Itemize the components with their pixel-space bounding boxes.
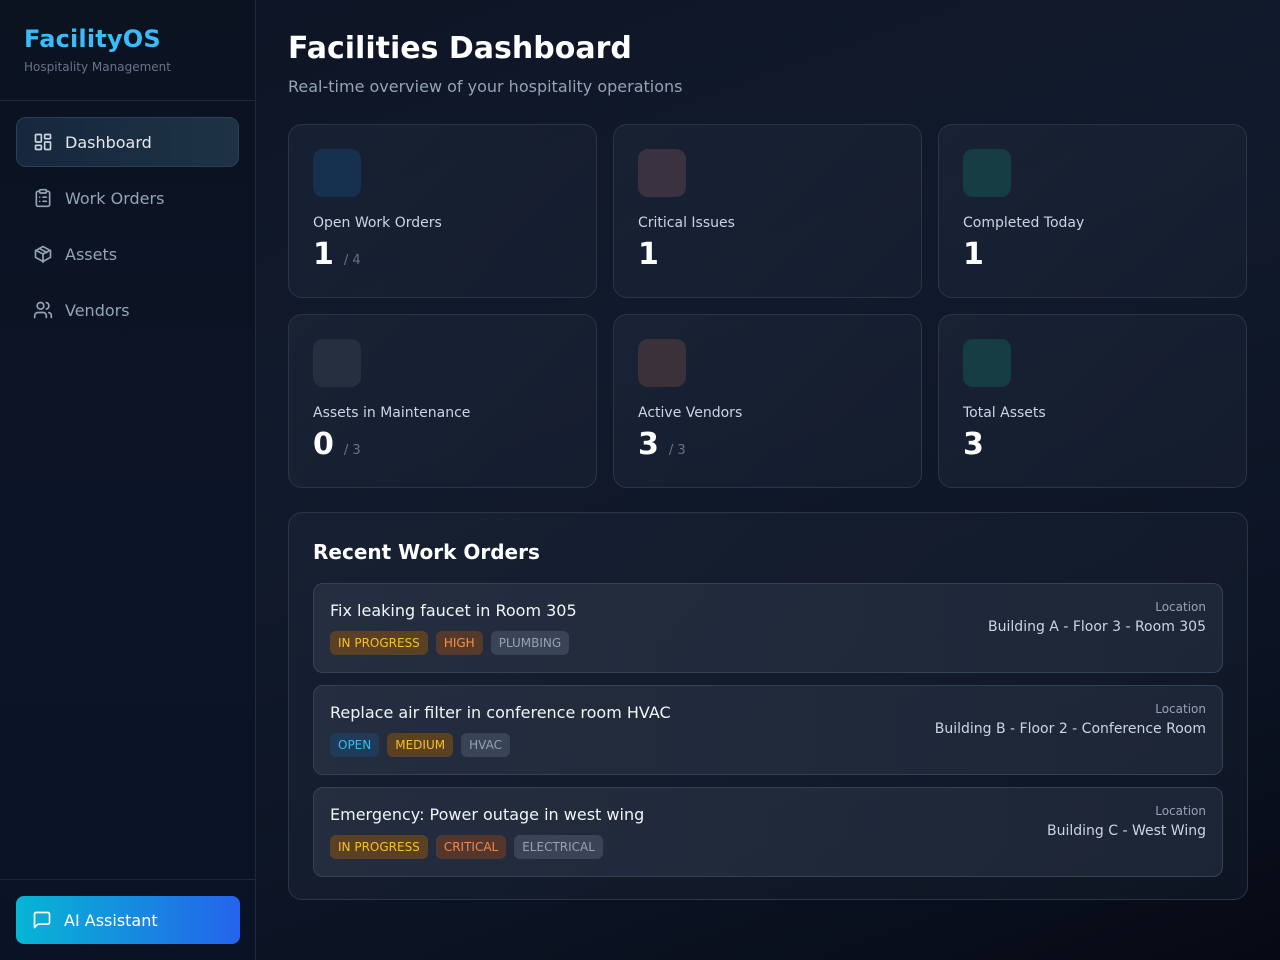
sidebar-item-vendors[interactable]: Vendors — [16, 285, 239, 335]
stat-label: Open Work Orders — [313, 215, 442, 231]
stat-total: / 3 — [668, 443, 686, 458]
stat-value: 1 — [963, 237, 994, 273]
stat-label: Assets in Maintenance — [313, 405, 471, 421]
status-badge: IN PROGRESS — [330, 835, 428, 859]
location-value: Building A - Floor 3 - Room 305 — [988, 619, 1206, 635]
sidebar-item-dashboard[interactable]: Dashboard — [16, 117, 239, 167]
stat-label: Active Vendors — [638, 405, 743, 421]
work-order-location: Location Building C - West Wing — [1047, 804, 1206, 841]
stat-total: / 4 — [343, 253, 361, 268]
category-badge: ELECTRICAL — [514, 835, 603, 859]
sidebar-item-label: Work Orders — [65, 188, 165, 208]
dashboard-grid-icon — [33, 132, 53, 152]
priority-badge: CRITICAL — [435, 835, 507, 859]
work-order-location: Location Building B - Floor 2 - Conferen… — [935, 702, 1206, 739]
brand: FacilityOS Hospitality Management — [0, 0, 255, 101]
stat-label: Critical Issues — [638, 215, 735, 231]
stat-number: 1 — [963, 237, 984, 272]
work-orders-icon — [313, 149, 361, 197]
check-icon — [963, 149, 1011, 197]
work-order-item[interactable]: Emergency: Power outage in west wing IN … — [313, 787, 1223, 877]
ai-assistant-button[interactable]: AI Assistant — [16, 896, 240, 944]
stat-label: Completed Today — [963, 215, 1085, 231]
work-order-location: Location Building A - Floor 3 - Room 305 — [988, 600, 1206, 637]
stat-value: 0 / 3 — [313, 427, 361, 463]
stat-total: / 3 — [343, 443, 361, 458]
stat-number: 1 — [313, 237, 334, 272]
sidebar-item-assets[interactable]: Assets — [16, 229, 239, 279]
stat-card-critical-issues[interactable]: Critical Issues 1 — [613, 124, 922, 298]
stat-value: 3 / 3 — [638, 427, 686, 463]
stat-card-active-vendors[interactable]: Active Vendors 3 / 3 — [613, 314, 922, 488]
sidebar-item-label: Vendors — [65, 300, 130, 320]
recent-work-orders-title: Recent Work Orders — [313, 540, 540, 564]
work-order-list: Fix leaking faucet in Room 305 IN PROGRE… — [313, 583, 1223, 877]
vendors-icon — [638, 339, 686, 387]
stat-number: 3 — [638, 427, 659, 462]
sidebar: FacilityOS Hospitality Management Dashbo… — [0, 0, 256, 960]
stat-label: Total Assets — [963, 405, 1046, 421]
priority-badge: HIGH — [435, 631, 483, 655]
priority-badge: MEDIUM — [387, 733, 454, 757]
sidebar-nav: Dashboard Work Orders Assets Vendors — [0, 101, 255, 357]
wrench-icon — [313, 339, 361, 387]
stat-number: 0 — [313, 427, 334, 462]
users-icon — [33, 300, 53, 320]
stat-card-completed-today[interactable]: Completed Today 1 — [938, 124, 1247, 298]
sidebar-item-work-orders[interactable]: Work Orders — [16, 173, 239, 223]
ai-assistant-label: AI Assistant — [64, 910, 158, 930]
work-order-item[interactable]: Replace air filter in conference room HV… — [313, 685, 1223, 775]
stat-number: 3 — [963, 427, 984, 462]
stat-value: 3 — [963, 427, 994, 463]
location-value: Building B - Floor 2 - Conference Room — [934, 721, 1206, 737]
chat-icon — [33, 911, 51, 929]
work-order-item[interactable]: Fix leaking faucet in Room 305 IN PROGRE… — [313, 583, 1223, 673]
sidebar-item-label: Assets — [65, 244, 118, 264]
sidebar-footer: AI Assistant — [0, 879, 256, 960]
status-badge: OPEN — [330, 733, 380, 757]
brand-title[interactable]: FacilityOS — [24, 24, 231, 54]
stat-number: 1 — [638, 237, 659, 272]
stat-card-open-work-orders[interactable]: Open Work Orders 1 / 4 — [288, 124, 597, 298]
page-subtitle: Real-time overview of your hospitality o… — [288, 77, 683, 96]
stat-card-assets-in-maintenance[interactable]: Assets in Maintenance 0 / 3 — [288, 314, 597, 488]
alert-icon — [638, 149, 686, 197]
page-title: Facilities Dashboard — [288, 31, 632, 66]
brand-subtitle: Hospitality Management — [24, 60, 171, 74]
stat-value: 1 — [638, 237, 669, 273]
location-label: Location — [1155, 702, 1206, 716]
assets-icon — [963, 339, 1011, 387]
clipboard-icon — [33, 188, 53, 208]
status-badge: IN PROGRESS — [330, 631, 428, 655]
category-badge: PLUMBING — [490, 631, 570, 655]
recent-work-orders-panel: Recent Work Orders Fix leaking faucet in… — [288, 512, 1248, 900]
category-badge: HVAC — [461, 733, 510, 757]
stat-value: 1 / 4 — [313, 237, 361, 273]
location-label: Location — [1155, 600, 1206, 614]
stats-grid: Open Work Orders 1 / 4 Critical Issues 1… — [288, 124, 1248, 488]
stat-card-total-assets[interactable]: Total Assets 3 — [938, 314, 1247, 488]
box-icon — [33, 244, 53, 264]
sidebar-item-label: Dashboard — [65, 132, 152, 152]
location-value: Building C - West Wing — [1046, 823, 1206, 839]
location-label: Location — [1155, 804, 1206, 818]
